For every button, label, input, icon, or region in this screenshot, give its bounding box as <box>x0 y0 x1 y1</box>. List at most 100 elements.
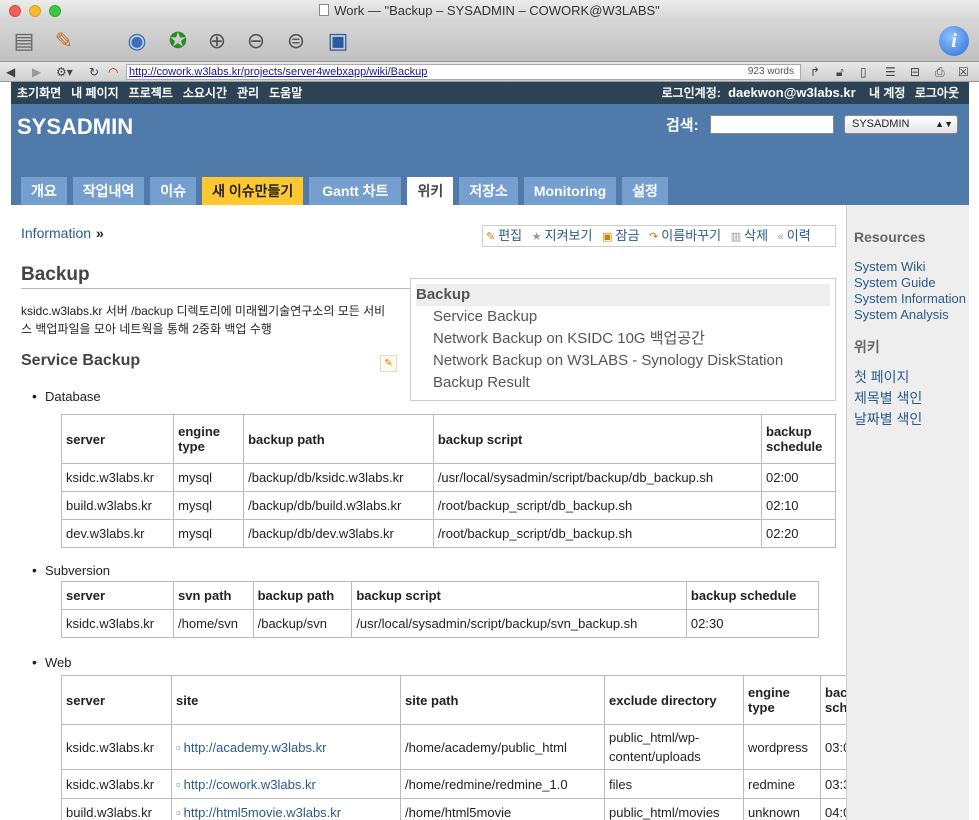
back-icon[interactable]: ◀ <box>6 64 15 80</box>
rename-link[interactable]: 이름바꾸기 <box>661 228 721 243</box>
menu-projects[interactable]: 프로젝트 <box>129 86 173 100</box>
reader-icon[interactable]: ☰ <box>885 64 896 80</box>
tab-gantt[interactable]: Gantt 차트 <box>309 177 402 205</box>
forward-icon[interactable]: ▶ <box>32 64 41 80</box>
sidebar-link[interactable]: 날짜별 색인 <box>854 409 969 430</box>
sidebar-link[interactable]: 제목별 색인 <box>854 388 969 409</box>
sidebar-toggle-icon[interactable]: ▤ <box>8 25 40 57</box>
web-table: server site site path exclude directory … <box>61 675 846 820</box>
logged-in-user[interactable]: daekwon@w3labs.kr <box>728 85 856 100</box>
pencil-icon[interactable]: ✎ <box>48 25 80 57</box>
sidebar-link[interactable]: System Guide <box>854 275 969 291</box>
table-cell: ksidc.w3labs.kr <box>61 769 172 799</box>
lock-icon[interactable]: 🔓︎ <box>836 64 844 80</box>
globe-icon[interactable]: ◉ <box>121 25 153 57</box>
table-header-row: server svn path backup path backup scrip… <box>60 581 820 610</box>
star-icon: ★ <box>531 231 542 243</box>
tab-activity[interactable]: 작업내역 <box>72 177 145 205</box>
table-row: build.w3labs.kr mysql /backup/db/build.w… <box>60 491 836 520</box>
tab-issues[interactable]: 이슈 <box>150 177 197 205</box>
edit-link[interactable]: 편집 <box>498 228 522 243</box>
my-account-link[interactable]: 내 계정 <box>869 86 905 100</box>
close-tab-icon[interactable]: ☒ <box>958 64 969 80</box>
tab-repository[interactable]: 저장소 <box>459 177 518 205</box>
table-cell: /root/backup_script/db_backup.sh <box>432 519 763 548</box>
reload-icon[interactable]: ↻ <box>89 64 99 80</box>
section-title: Service Backup <box>21 352 141 369</box>
project-jump-select[interactable]: SYSADMIN ▲▼ <box>844 115 958 134</box>
table-row: ksidc.w3labs.kr /home/svn /backup/svn /u… <box>60 609 820 638</box>
url-text[interactable]: http://cowork.w3labs.kr/projects/server4… <box>129 66 427 78</box>
window-titlebar: Work — "Backup – SYSADMIN – COWORK@W3LAB… <box>0 0 979 22</box>
table-cell: mysql <box>173 519 245 548</box>
breadcrumb-link[interactable]: Information <box>21 225 91 241</box>
close-window-button[interactable] <box>9 5 21 17</box>
column-header: backup schedule <box>685 581 820 610</box>
toc-item[interactable]: Network Backup on KSIDC 10G 백업공간 <box>411 328 835 350</box>
rename-icon: ↷ <box>649 231 659 243</box>
table-of-contents: Backup Service Backup Network Backup on … <box>410 278 836 401</box>
edit-section-icon[interactable]: ✎ <box>380 355 397 372</box>
search-input[interactable] <box>710 115 834 134</box>
watch-link[interactable]: 지켜보기 <box>545 228 593 243</box>
history-link[interactable]: 이력 <box>787 228 811 243</box>
stop-icon[interactable]: ✪ <box>162 25 194 57</box>
tab-settings[interactable]: 설정 <box>622 177 668 205</box>
fullscreen-icon[interactable]: ▣ <box>322 25 354 57</box>
sidebar-link[interactable]: 첫 페이지 <box>854 367 969 388</box>
site-link[interactable]: http://cowork.w3labs.kr <box>176 777 316 792</box>
info-icon[interactable]: i <box>939 26 969 56</box>
menu-admin[interactable]: 관리 <box>237 86 259 100</box>
zoom-window-button[interactable] <box>49 5 61 17</box>
archive-icon[interactable]: ⊟ <box>910 64 920 80</box>
table-cell: http://html5movie.w3labs.kr <box>171 798 401 820</box>
table-cell: unknown <box>743 798 821 820</box>
project-title: SYSADMIN <box>17 114 134 139</box>
table-header-row: server site site path exclude directory … <box>61 675 846 725</box>
table-row: dev.w3labs.kr mysql /backup/db/dev.w3lab… <box>60 519 836 548</box>
tab-overview[interactable]: 개요 <box>21 177 67 205</box>
menu-my-page[interactable]: 내 페이지 <box>71 86 119 100</box>
url-field[interactable]: http://cowork.w3labs.kr/projects/server4… <box>126 64 801 80</box>
logout-link[interactable]: 로그아웃 <box>915 86 959 100</box>
minimize-window-button[interactable] <box>29 5 41 17</box>
toc-item[interactable]: Service Backup <box>411 306 835 328</box>
toc-item[interactable]: Network Backup on W3LABS - Synology Disk… <box>411 350 835 372</box>
print-icon[interactable]: ⎙ <box>935 64 945 80</box>
select-arrows-icon: ▲▼ <box>935 119 953 129</box>
column-header: exclude directory <box>604 675 744 725</box>
search-label: 검색: <box>666 117 699 134</box>
table-cell: wordpress <box>743 724 821 770</box>
sidebar-link[interactable]: System Analysis <box>854 307 969 323</box>
zoom-out-icon[interactable]: ⊖ <box>240 25 272 57</box>
toc-item[interactable]: Backup Result <box>411 372 835 394</box>
site-link[interactable]: http://academy.w3labs.kr <box>176 740 326 755</box>
table-cell: 02:20 <box>761 519 836 548</box>
loading-icon: ◠ <box>108 65 119 79</box>
table-row: ksidc.w3labs.kr mysql /backup/db/ksidc.w… <box>60 463 836 492</box>
toc-title: Backup <box>416 284 830 306</box>
tab-monitoring[interactable]: Monitoring <box>523 177 617 205</box>
tab-new-issue[interactable]: 새 이슈만들기 <box>202 177 304 205</box>
project-header: SYSADMIN 검색: SYSADMIN ▲▼ 개요 작업내역 이슈 새 이슈… <box>11 104 969 205</box>
lock-icon: ▣ <box>602 231 613 243</box>
zoom-reset-icon[interactable]: ⊜ <box>280 25 312 57</box>
project-tabs: 개요 작업내역 이슈 새 이슈만들기 Gantt 차트 위키 저장소 Monit… <box>21 177 674 205</box>
sidebar-link[interactable]: System Wiki <box>854 259 969 275</box>
lock-link[interactable]: 잠금 <box>616 228 640 243</box>
wiki-actions: ✎ 편집 ★ 지켜보기 ▣ 잠금 ↷ 이름바꾸기 ▥ 삭제 «이력 <box>482 225 836 247</box>
zoom-in-icon[interactable]: ⊕ <box>201 25 233 57</box>
bookmark-icon[interactable]: ▯ <box>860 64 867 80</box>
gear-icon[interactable]: ⚙▾ <box>56 64 73 80</box>
delete-link[interactable]: 삭제 <box>744 228 768 243</box>
share-icon[interactable]: ↱ <box>810 64 820 80</box>
sidebar-link[interactable]: System Information <box>854 291 969 307</box>
table-cell: /backup/db/ksidc.w3labs.kr <box>243 463 434 492</box>
table-cell: 02:10 <box>761 491 836 520</box>
tab-wiki[interactable]: 위키 <box>407 177 454 205</box>
menu-time-entries[interactable]: 소요시간 <box>183 86 227 100</box>
menu-help[interactable]: 도움말 <box>269 86 302 100</box>
site-link[interactable]: http://html5movie.w3labs.kr <box>176 805 341 820</box>
subversion-table: server svn path backup path backup scrip… <box>60 581 820 638</box>
menu-home[interactable]: 초기화면 <box>17 86 61 100</box>
